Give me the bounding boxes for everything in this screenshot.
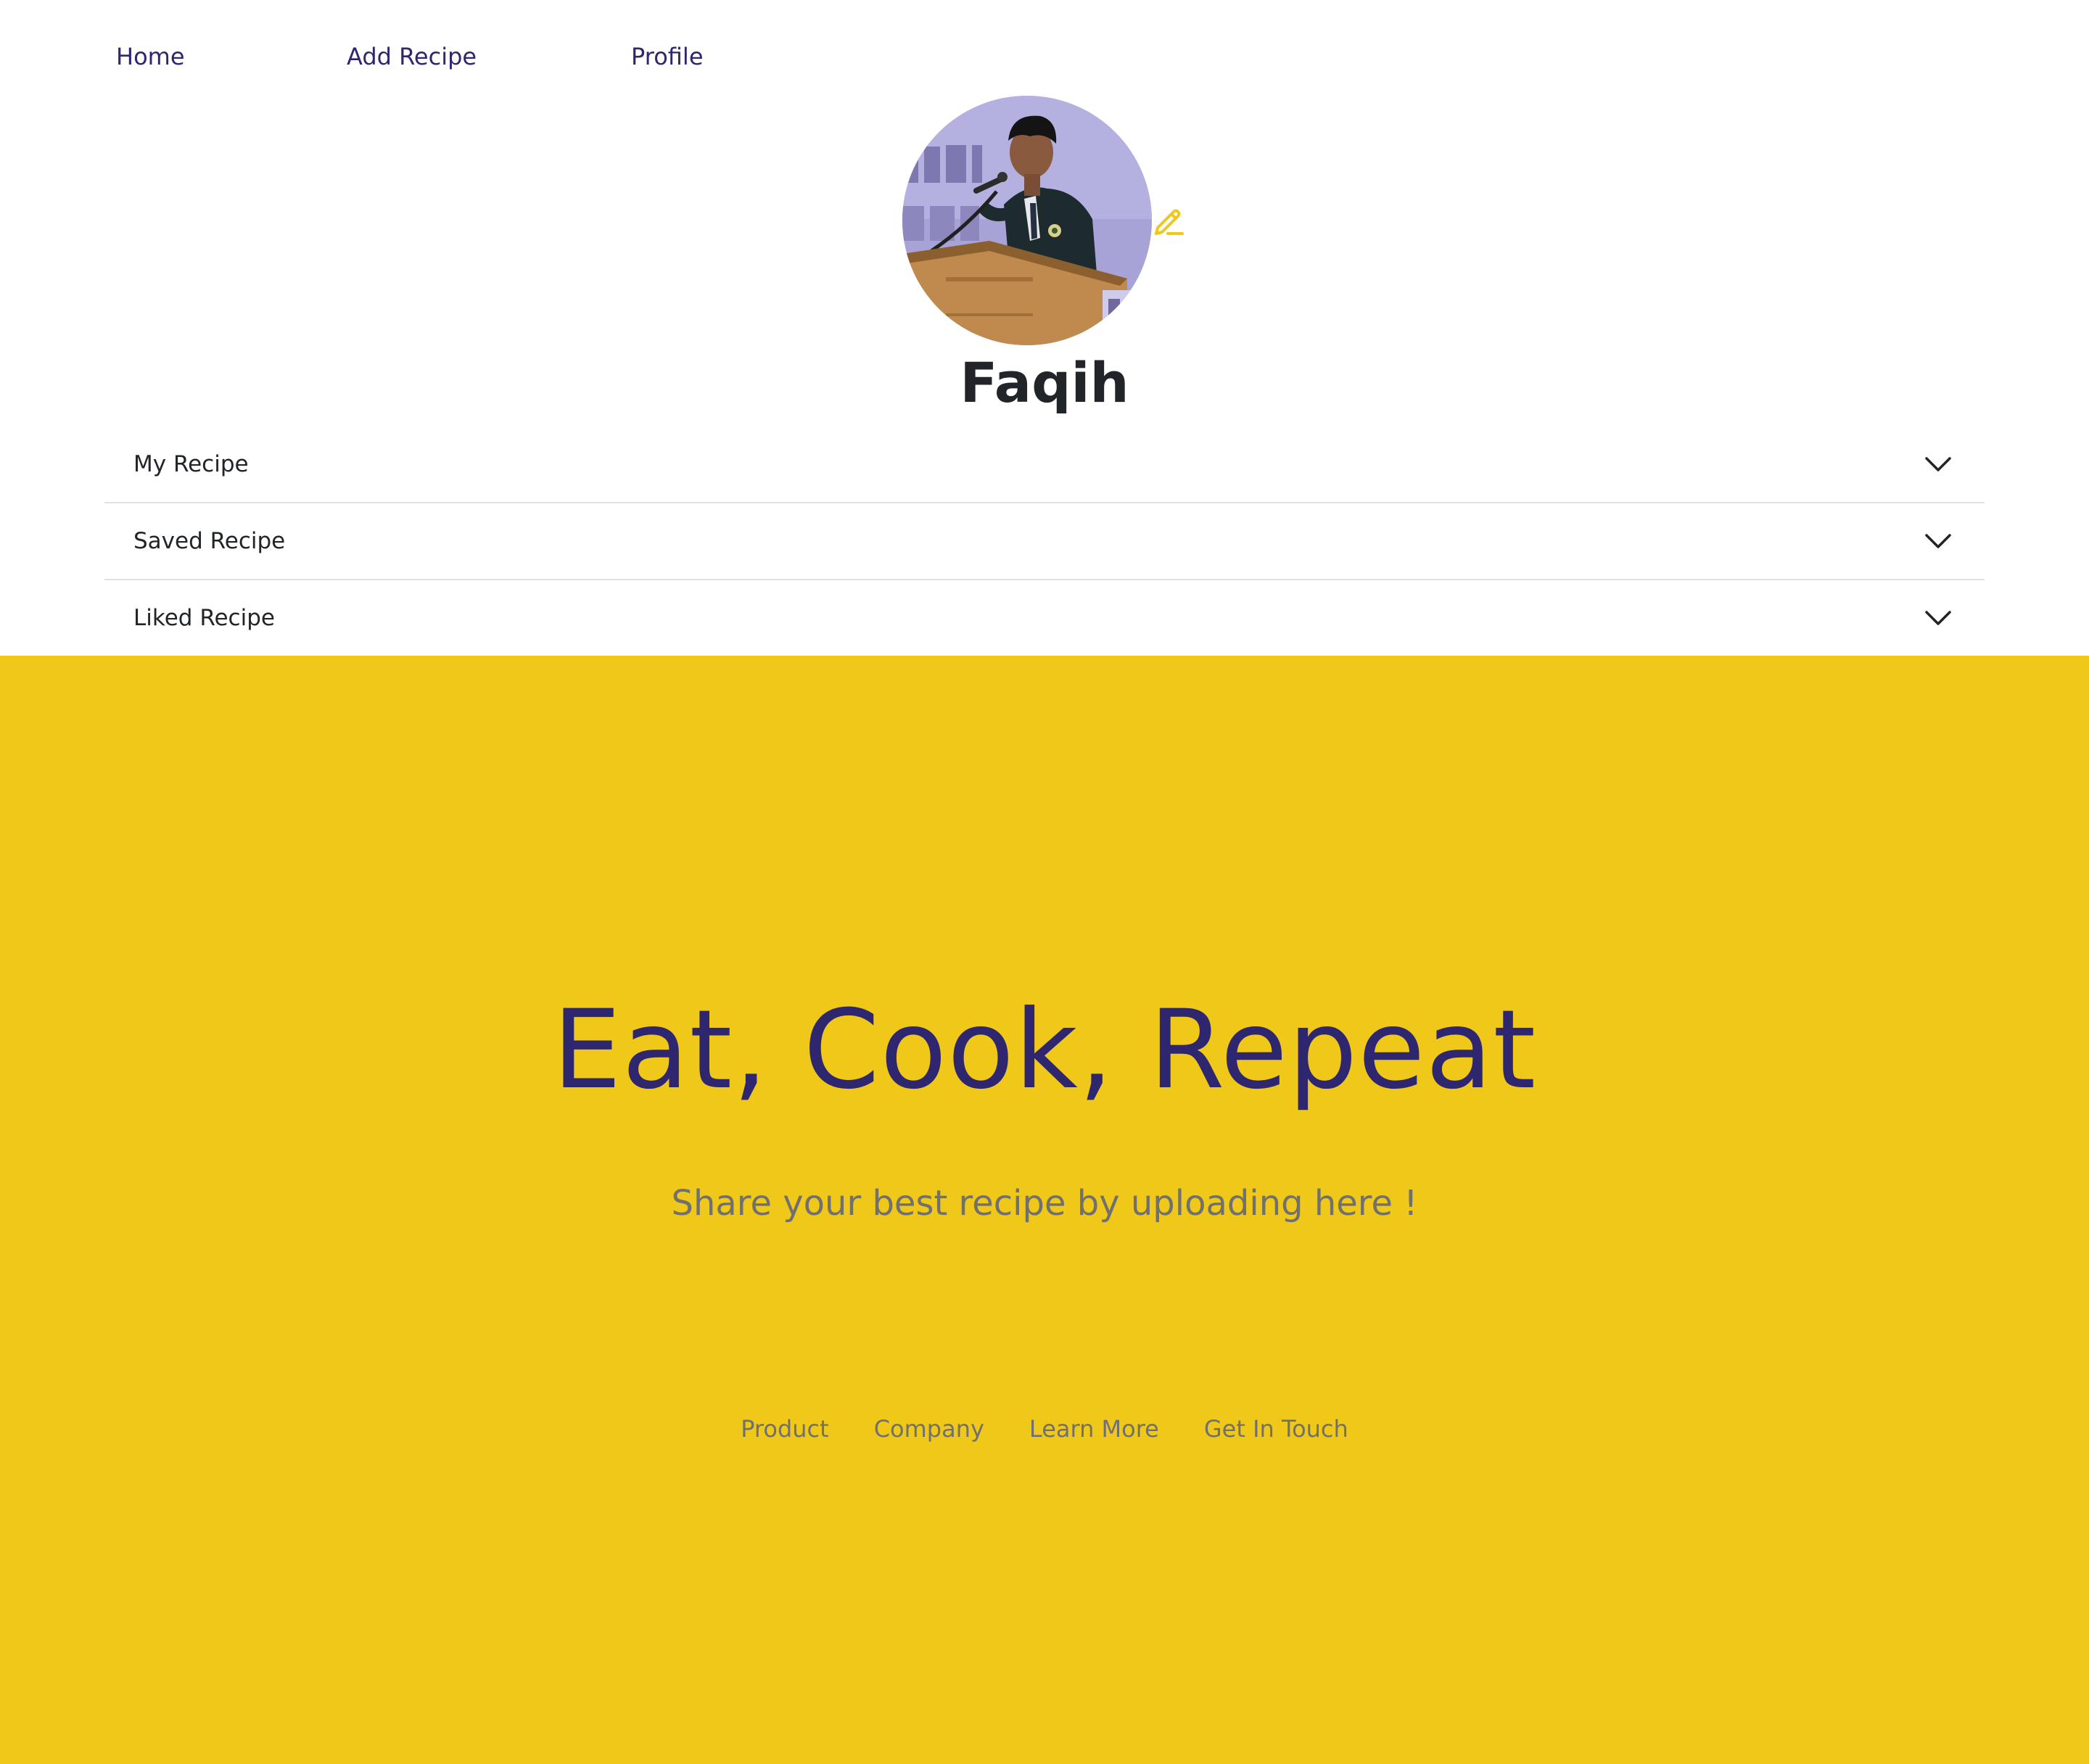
footer-links: Product Company Learn More Get In Touch: [0, 1410, 2089, 1448]
chevron-down-icon: [1925, 611, 1951, 625]
chevron-down-icon: [1925, 457, 1951, 471]
accordion-saved-recipe[interactable]: Saved Recipe: [104, 503, 1985, 580]
nav-home-link[interactable]: Home: [116, 38, 185, 75]
accordion-label-my-recipe: My Recipe: [133, 451, 249, 477]
pencil-icon[interactable]: [1152, 203, 1187, 238]
footer-link-product[interactable]: Product: [741, 1410, 829, 1448]
accordion-my-recipe[interactable]: My Recipe: [104, 426, 1985, 503]
profile-avatar: [902, 96, 1152, 345]
top-navbar: Home Add Recipe Profile: [0, 0, 2089, 102]
footer-link-company[interactable]: Company: [874, 1410, 984, 1448]
nav-add-recipe-link[interactable]: Add Recipe: [347, 38, 477, 75]
footer-link-learn-more[interactable]: Learn More: [1029, 1410, 1159, 1448]
nav-profile-link[interactable]: Profile: [631, 38, 704, 75]
profile-name: Faqih: [960, 350, 1129, 415]
hero-title: Eat, Cook, Repeat: [552, 987, 1537, 1113]
chevron-down-icon: [1925, 534, 1951, 548]
accordion-liked-recipe[interactable]: Liked Recipe: [104, 580, 1985, 656]
accordion-label-saved-recipe: Saved Recipe: [133, 528, 286, 554]
profile-accordion: My Recipe Saved Recipe Liked Recipe: [104, 426, 1985, 656]
hero-subtitle: Share your best recipe by uploading here…: [671, 1183, 1418, 1224]
accordion-label-liked-recipe: Liked Recipe: [133, 605, 275, 631]
footer-link-get-in-touch[interactable]: Get In Touch: [1204, 1410, 1348, 1448]
footer-hero: Eat, Cook, Repeat Share your best recipe…: [0, 656, 2089, 1764]
